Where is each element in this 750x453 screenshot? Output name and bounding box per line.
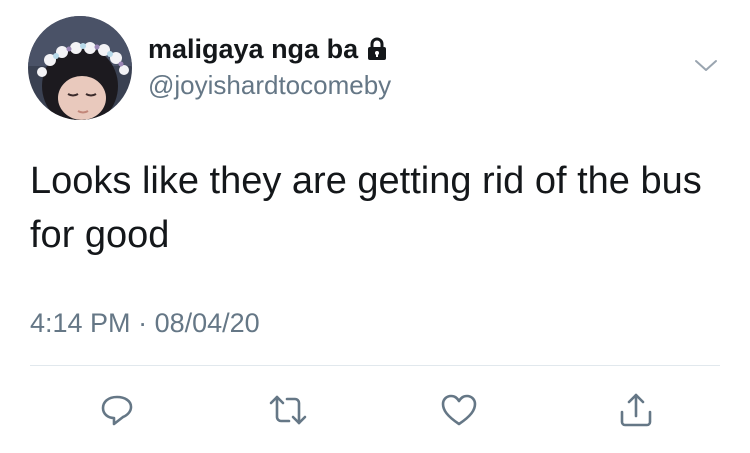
timestamp-separator: · — [138, 308, 148, 338]
retweet-button[interactable] — [264, 386, 312, 434]
avatar-image — [28, 16, 132, 120]
lock-icon — [366, 37, 388, 61]
share-icon — [617, 390, 655, 430]
tweet-text: Looks like they are getting rid of the b… — [30, 160, 702, 256]
retweet-icon — [267, 391, 309, 429]
user-handle[interactable]: @joyishardtocomeby — [148, 70, 391, 101]
like-button[interactable] — [435, 386, 483, 434]
reply-button[interactable] — [93, 386, 141, 434]
display-name[interactable]: maligaya nga ba — [148, 34, 358, 65]
reply-icon — [98, 391, 136, 429]
heart-icon — [439, 391, 479, 429]
tweet-time: 4:14 PM — [30, 308, 131, 338]
share-button[interactable] — [612, 386, 660, 434]
avatar[interactable] — [28, 16, 132, 120]
divider — [30, 365, 720, 366]
author-row: maligaya nga ba — [148, 32, 388, 66]
timestamp[interactable]: 4:14 PM · 08/04/20 — [30, 308, 260, 339]
tweet-date: 08/04/20 — [154, 308, 260, 338]
chevron-down-icon[interactable] — [694, 56, 718, 76]
